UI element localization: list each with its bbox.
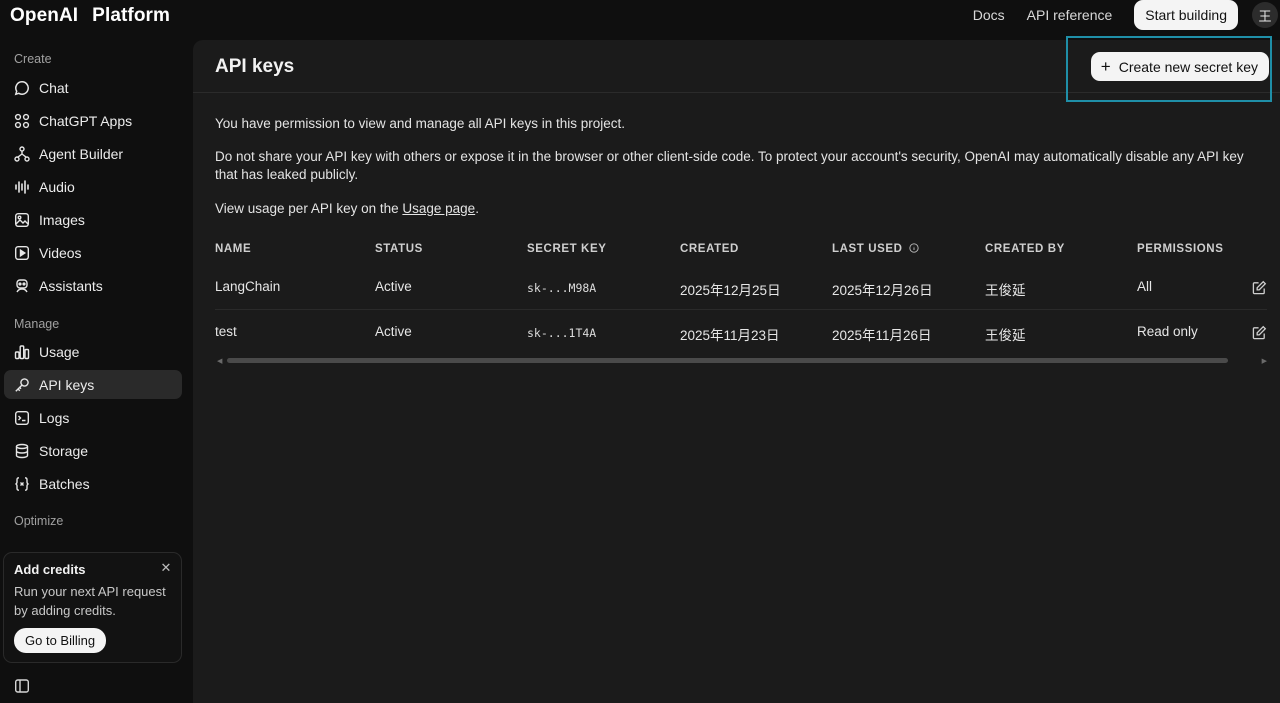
docs-link[interactable]: Docs — [973, 7, 1005, 23]
avatar[interactable]: 王 — [1252, 2, 1278, 28]
info-icon[interactable] — [909, 243, 919, 256]
edit-icon[interactable] — [1252, 325, 1267, 340]
key-name: LangChain — [215, 279, 281, 294]
brand-logo[interactable]: OpenAI Platform — [10, 5, 170, 27]
column-header-secret-key: SECRET KEY — [527, 243, 607, 255]
start-building-button[interactable]: Start building — [1134, 0, 1238, 30]
database-icon — [14, 443, 30, 459]
plus-icon: + — [1100, 57, 1111, 76]
section-label-manage: Manage — [14, 317, 60, 331]
key-last-used: 2025年12月26日 — [832, 283, 933, 298]
section-label-create: Create — [14, 52, 52, 66]
sidebar-item-batches[interactable]: Batches — [4, 469, 182, 498]
main-panel: API keys + Create new secret key You hav… — [193, 36, 1280, 703]
sidebar-item-label: Logs — [39, 409, 70, 426]
sidebar-item-label: Assistants — [39, 277, 103, 294]
key-last-used: 2025年11月26日 — [832, 328, 932, 343]
sidebar-item-chat[interactable]: Chat — [4, 73, 182, 102]
key-status: Active — [375, 279, 412, 294]
top-nav: Docs API reference Start building 王 — [973, 0, 1280, 30]
sidebar-item-label: Videos — [39, 244, 82, 261]
brand-product: Platform — [92, 5, 171, 26]
agent-flow-icon — [14, 145, 30, 162]
section-label-optimize: Optimize — [14, 514, 64, 528]
sidebar-item-label: ChatGPT Apps — [39, 112, 133, 129]
key-status: Active — [375, 324, 412, 339]
chat-bubble-icon — [14, 80, 30, 96]
table-row[interactable]: test Active sk-...1T4A 2025年11月23日 2025年… — [215, 310, 1267, 355]
permission-text: You have permission to view and manage a… — [215, 116, 625, 131]
sidebar-item-storage[interactable]: Storage — [4, 436, 182, 465]
apps-grid-icon — [14, 113, 30, 129]
key-secret: sk-...M98A — [527, 281, 597, 295]
sidebar-item-label: Audio — [39, 178, 75, 195]
column-header-created: CREATED — [680, 243, 739, 255]
usage-text-prefix: View usage per API key on the — [215, 201, 403, 216]
usage-text-suffix: . — [475, 201, 479, 216]
key-name: test — [215, 324, 237, 339]
key-created: 2025年12月25日 — [680, 283, 781, 298]
sidebar-item-audio[interactable]: Audio — [4, 172, 182, 201]
video-play-icon — [14, 245, 30, 261]
credits-title: Add credits — [14, 562, 86, 577]
sidebar-item-label: Agent Builder — [39, 145, 124, 162]
sidebar-item-label: Batches — [39, 475, 90, 492]
scroll-thumb[interactable] — [227, 358, 1228, 363]
image-icon — [14, 212, 30, 228]
audio-wave-icon — [14, 179, 30, 195]
sidebar-item-agent-builder[interactable]: Agent Builder — [4, 139, 182, 168]
sidebar-item-api-keys[interactable]: API keys — [4, 370, 182, 399]
top-bar: OpenAI Platform Docs API reference Start … — [0, 0, 1280, 36]
usage-text: View usage per API key on the Usage page… — [215, 200, 1255, 218]
sidebar-item-label: API keys — [39, 376, 95, 393]
sidebar-item-usage[interactable]: Usage — [4, 337, 182, 366]
add-credits-card: Add credits ✕ Run your next API request … — [3, 552, 182, 663]
security-warning-text: Do not share your API key with others or… — [215, 149, 1244, 182]
credits-text: Run your next API request by adding cred… — [14, 584, 166, 618]
go-to-billing-button[interactable]: Go to Billing — [14, 628, 107, 653]
last-used-label: LAST USED — [832, 243, 903, 255]
close-icon[interactable]: ✕ — [160, 561, 172, 574]
edit-icon[interactable] — [1252, 280, 1267, 295]
table-row[interactable]: LangChain Active sk-...M98A 2025年12月25日 … — [215, 265, 1267, 310]
sidebar-item-logs[interactable]: Logs — [4, 403, 182, 432]
column-header-status: STATUS — [375, 243, 423, 255]
brand-name: OpenAI — [10, 5, 79, 26]
key-icon — [14, 377, 30, 393]
key-created-by: 王俊延 — [985, 328, 1026, 343]
sidebar-item-label: Images — [39, 211, 85, 228]
usage-page-link[interactable]: Usage page — [402, 201, 475, 216]
sidebar-item-label: Storage — [39, 442, 89, 459]
sidebar-toggle-icon[interactable] — [14, 678, 30, 694]
sidebar-item-images[interactable]: Images — [4, 205, 182, 234]
column-header-last-used: LAST USED — [832, 243, 919, 256]
terminal-icon — [14, 410, 30, 426]
scroll-right-icon[interactable]: ▶ — [1262, 357, 1267, 365]
scroll-left-icon[interactable]: ◀ — [217, 357, 222, 365]
sidebar-item-label: Usage — [39, 343, 80, 360]
bar-chart-icon — [14, 344, 30, 360]
column-header-name: NAME — [215, 243, 252, 255]
create-button-label: Create new secret key — [1118, 58, 1258, 75]
column-header-created-by: CREATED BY — [985, 243, 1065, 255]
key-created-by: 王俊延 — [985, 283, 1026, 298]
assistant-robot-icon — [14, 278, 30, 294]
braces-icon — [14, 476, 30, 492]
sidebar-item-label: Chat — [39, 79, 69, 96]
sidebar-item-videos[interactable]: Videos — [4, 238, 182, 267]
key-permissions: All — [1137, 279, 1153, 294]
sidebar-item-assistants[interactable]: Assistants — [4, 271, 182, 300]
key-secret: sk-...1T4A — [527, 326, 597, 340]
page-header: API keys + Create new secret key — [193, 36, 1280, 102]
key-created: 2025年11月23日 — [680, 328, 780, 343]
key-permissions: Read only — [1137, 324, 1198, 339]
api-reference-link[interactable]: API reference — [1027, 7, 1113, 23]
sidebar-item-chatgpt-apps[interactable]: ChatGPT Apps — [4, 106, 182, 135]
create-new-secret-key-button[interactable]: + Create new secret key — [1090, 52, 1269, 81]
column-header-permissions: PERMISSIONS — [1137, 243, 1224, 255]
page-title: API keys — [215, 56, 295, 77]
horizontal-scrollbar[interactable]: ◀ ▶ — [215, 357, 1267, 365]
